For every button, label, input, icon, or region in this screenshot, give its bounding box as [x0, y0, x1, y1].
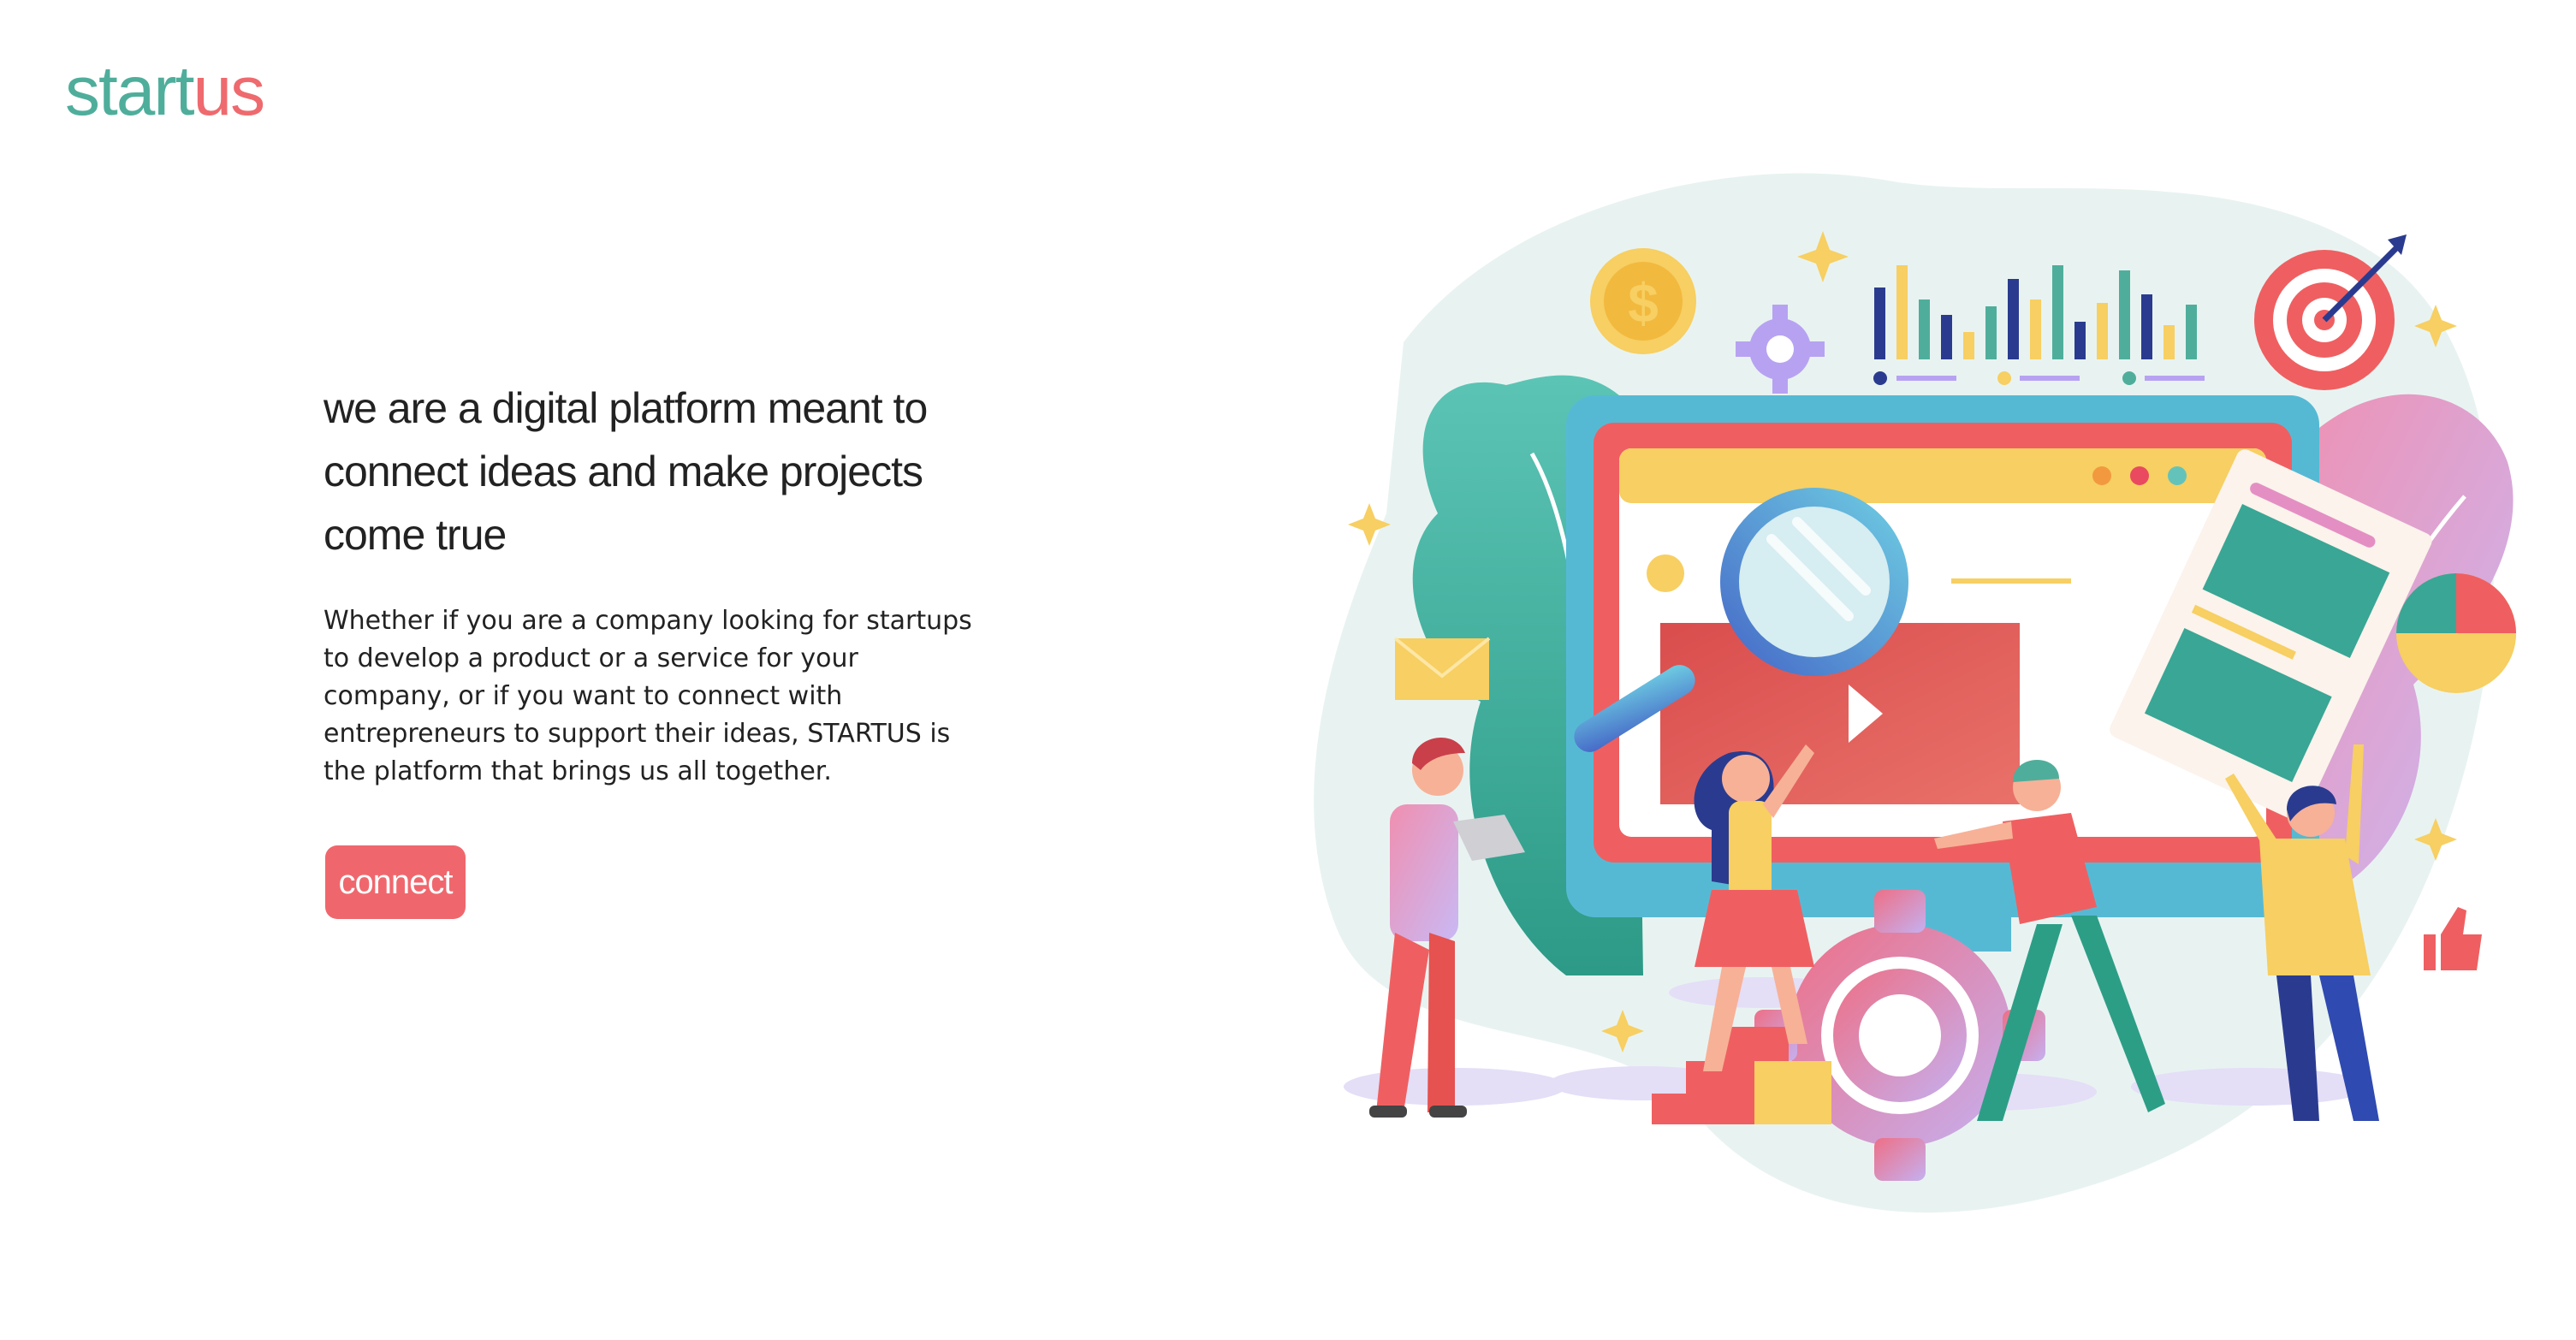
coin-symbol: $: [1628, 272, 1659, 334]
envelope-icon: [1393, 637, 1491, 700]
brand-logo[interactable]: startus: [65, 56, 265, 127]
connect-button[interactable]: connect: [325, 845, 466, 919]
thumbs-up-icon: [2424, 907, 2482, 970]
logo-text-us: us: [193, 52, 265, 130]
coin-icon: $: [1590, 248, 1696, 354]
logo-text-start: start: [65, 52, 194, 130]
hero-description: Whether if you are a company looking for…: [323, 606, 972, 786]
pie-chart-icon: [2396, 573, 2516, 693]
hero-section: we are a digital platform meant to conne…: [323, 377, 974, 791]
hero-heading: we are a digital platform meant to conne…: [323, 384, 928, 559]
hero-illustration: $: [1314, 173, 2516, 1213]
